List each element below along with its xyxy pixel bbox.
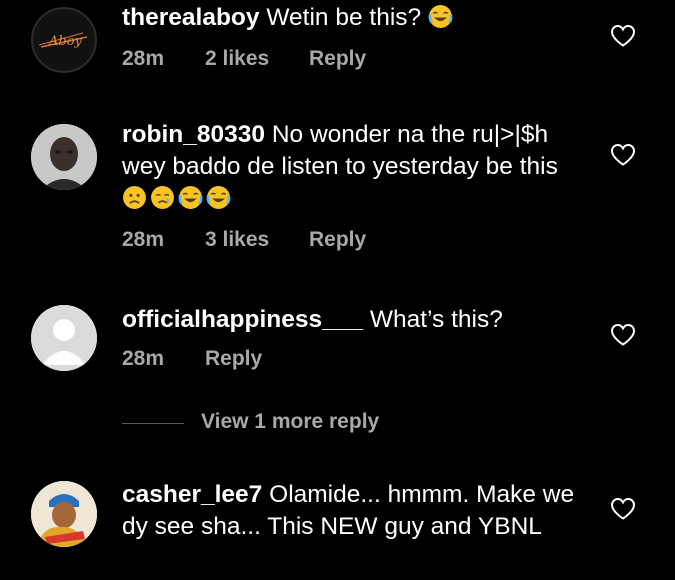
comment-time: 28m — [122, 47, 165, 70]
joy-emoji-icon — [178, 186, 203, 209]
emoji-row — [122, 185, 592, 210]
avatar[interactable]: Aboy — [31, 7, 97, 73]
avatar[interactable] — [31, 305, 97, 371]
view-more-replies-button[interactable]: View 1 more reply — [201, 410, 379, 434]
view-more-divider — [122, 423, 184, 424]
crying-emoji-icon — [151, 186, 174, 209]
heart-outline-icon[interactable] — [610, 143, 636, 167]
joy-emoji-icon — [206, 186, 231, 209]
comment-time: 28m — [122, 228, 165, 251]
comment-likes[interactable]: 3 likes — [205, 228, 269, 252]
comment-text: What’s this? — [369, 306, 503, 333]
reply-button[interactable]: Reply — [309, 47, 366, 71]
aboy-logo: Aboy — [38, 32, 88, 49]
heart-outline-icon[interactable] — [610, 323, 636, 347]
comment-username[interactable]: robin_80330 — [122, 121, 265, 148]
reply-button[interactable]: Reply — [309, 228, 366, 252]
comment-body: casher_lee7 Olamide... hmmm. Make we dy … — [122, 479, 592, 543]
comment-time: 28m — [122, 347, 165, 370]
comment-body: officialhappiness___ What’s this? — [122, 304, 592, 336]
profile-photo — [31, 124, 97, 190]
comment-likes[interactable]: 2 likes — [205, 47, 269, 71]
joy-emoji-icon — [428, 5, 453, 28]
comment-text: Wetin be this? — [266, 4, 422, 31]
comment-body: robin_80330 No wonder na the ru|>|$h wey… — [122, 119, 592, 210]
slightly-frowning-emoji-icon — [123, 186, 146, 209]
comment-username[interactable]: officialhappiness___ — [122, 306, 363, 333]
avatar[interactable] — [31, 481, 97, 547]
heart-outline-icon[interactable] — [610, 497, 636, 521]
profile-photo — [31, 481, 97, 547]
default-avatar-icon — [31, 305, 97, 371]
heart-outline-icon[interactable] — [610, 24, 636, 48]
comment-username[interactable]: casher_lee7 — [122, 481, 262, 508]
svg-text:Aboy: Aboy — [48, 34, 83, 49]
avatar[interactable] — [31, 124, 97, 190]
comment-username[interactable]: therealaboy — [122, 4, 260, 31]
comments-page: Aboy therealaboy Wetin be this? 28m 2 li… — [0, 0, 675, 580]
comment-body: therealaboy Wetin be this? — [122, 2, 592, 34]
reply-button[interactable]: Reply — [205, 347, 262, 371]
